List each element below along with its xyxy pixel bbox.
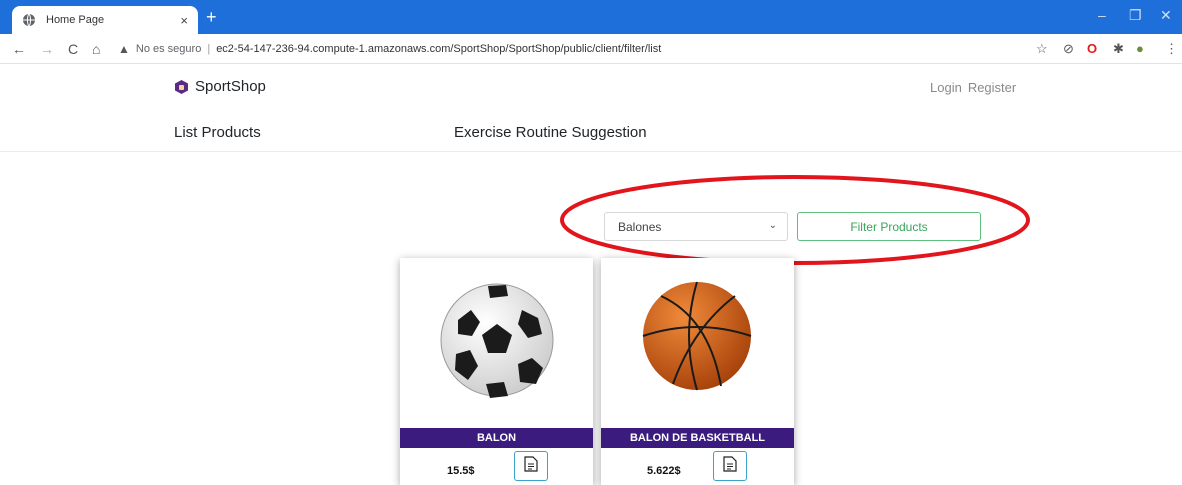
tab-close-icon[interactable]: × xyxy=(180,14,188,27)
restore-button[interactable]: ❐ xyxy=(1129,6,1142,24)
auth-links: Login Register xyxy=(930,80,1016,95)
product-details-button[interactable] xyxy=(514,451,548,481)
category-select[interactable]: Balones ⌄ xyxy=(604,212,788,241)
new-tab-button[interactable]: + xyxy=(206,8,217,26)
site-header: SportShop Login Register List Products E… xyxy=(0,64,1182,152)
category-select-value: Balones xyxy=(618,219,662,234)
soccer-ball-icon xyxy=(400,258,593,428)
url-field[interactable]: ▲ No es seguro | ec2-54-147-236-94.compu… xyxy=(118,38,1158,60)
brand-link[interactable]: SportShop xyxy=(175,78,266,95)
product-name: BALON DE BASKETBALL xyxy=(601,428,794,448)
browser-menu-icon[interactable]: ⋮ xyxy=(1165,41,1178,57)
document-icon xyxy=(524,455,538,477)
opera-extension-icon[interactable]: O xyxy=(1087,41,1097,57)
basketball-icon xyxy=(601,258,794,428)
extension-blocker-icon[interactable]: ⊘ xyxy=(1063,41,1074,57)
browser-tab[interactable]: Home Page × xyxy=(12,6,198,34)
home-button[interactable]: ⌂ xyxy=(92,40,100,58)
reload-button[interactable]: C xyxy=(68,40,78,58)
bookmark-star-icon[interactable]: ☆ xyxy=(1036,41,1048,57)
close-window-button[interactable]: ✕ xyxy=(1160,6,1172,24)
tab-title: Home Page xyxy=(46,14,105,26)
nav-exercise-routine[interactable]: Exercise Routine Suggestion xyxy=(454,124,647,141)
url-text[interactable]: ec2-54-147-236-94.compute-1.amazonaws.co… xyxy=(216,43,661,55)
product-name: BALON xyxy=(400,428,593,448)
product-price: 5.622$ xyxy=(647,465,681,477)
nav-list-products[interactable]: List Products xyxy=(174,124,261,141)
back-button[interactable]: ← xyxy=(12,40,26,58)
puzzle-extensions-icon[interactable]: ✱ xyxy=(1113,41,1124,57)
security-status[interactable]: No es seguro xyxy=(136,43,201,55)
login-link[interactable]: Login xyxy=(930,80,962,95)
product-card[interactable]: BALON 15.5$ xyxy=(400,258,593,485)
chevron-down-icon: ⌄ xyxy=(768,220,777,231)
shop-logo-icon xyxy=(175,79,188,94)
document-icon xyxy=(723,455,737,477)
product-details-button[interactable] xyxy=(713,451,747,481)
register-link[interactable]: Register xyxy=(968,80,1016,95)
minimize-button[interactable]: – xyxy=(1098,6,1106,24)
profile-avatar-icon[interactable]: ● xyxy=(1136,41,1144,57)
globe-icon xyxy=(22,13,36,27)
forward-button[interactable]: → xyxy=(40,40,54,58)
warning-icon: ▲ xyxy=(118,42,130,56)
address-bar-row: ← → C ⌂ ▲ No es seguro | ec2-54-147-236-… xyxy=(0,34,1182,64)
product-price: 15.5$ xyxy=(447,465,475,477)
browser-tab-bar: Home Page × + – ❐ ✕ xyxy=(0,0,1182,34)
filter-products-button[interactable]: Filter Products xyxy=(797,212,981,241)
brand-name: SportShop xyxy=(195,78,266,95)
product-card[interactable]: BALON DE BASKETBALL 5.622$ xyxy=(601,258,794,485)
url-separator: | xyxy=(207,43,211,55)
